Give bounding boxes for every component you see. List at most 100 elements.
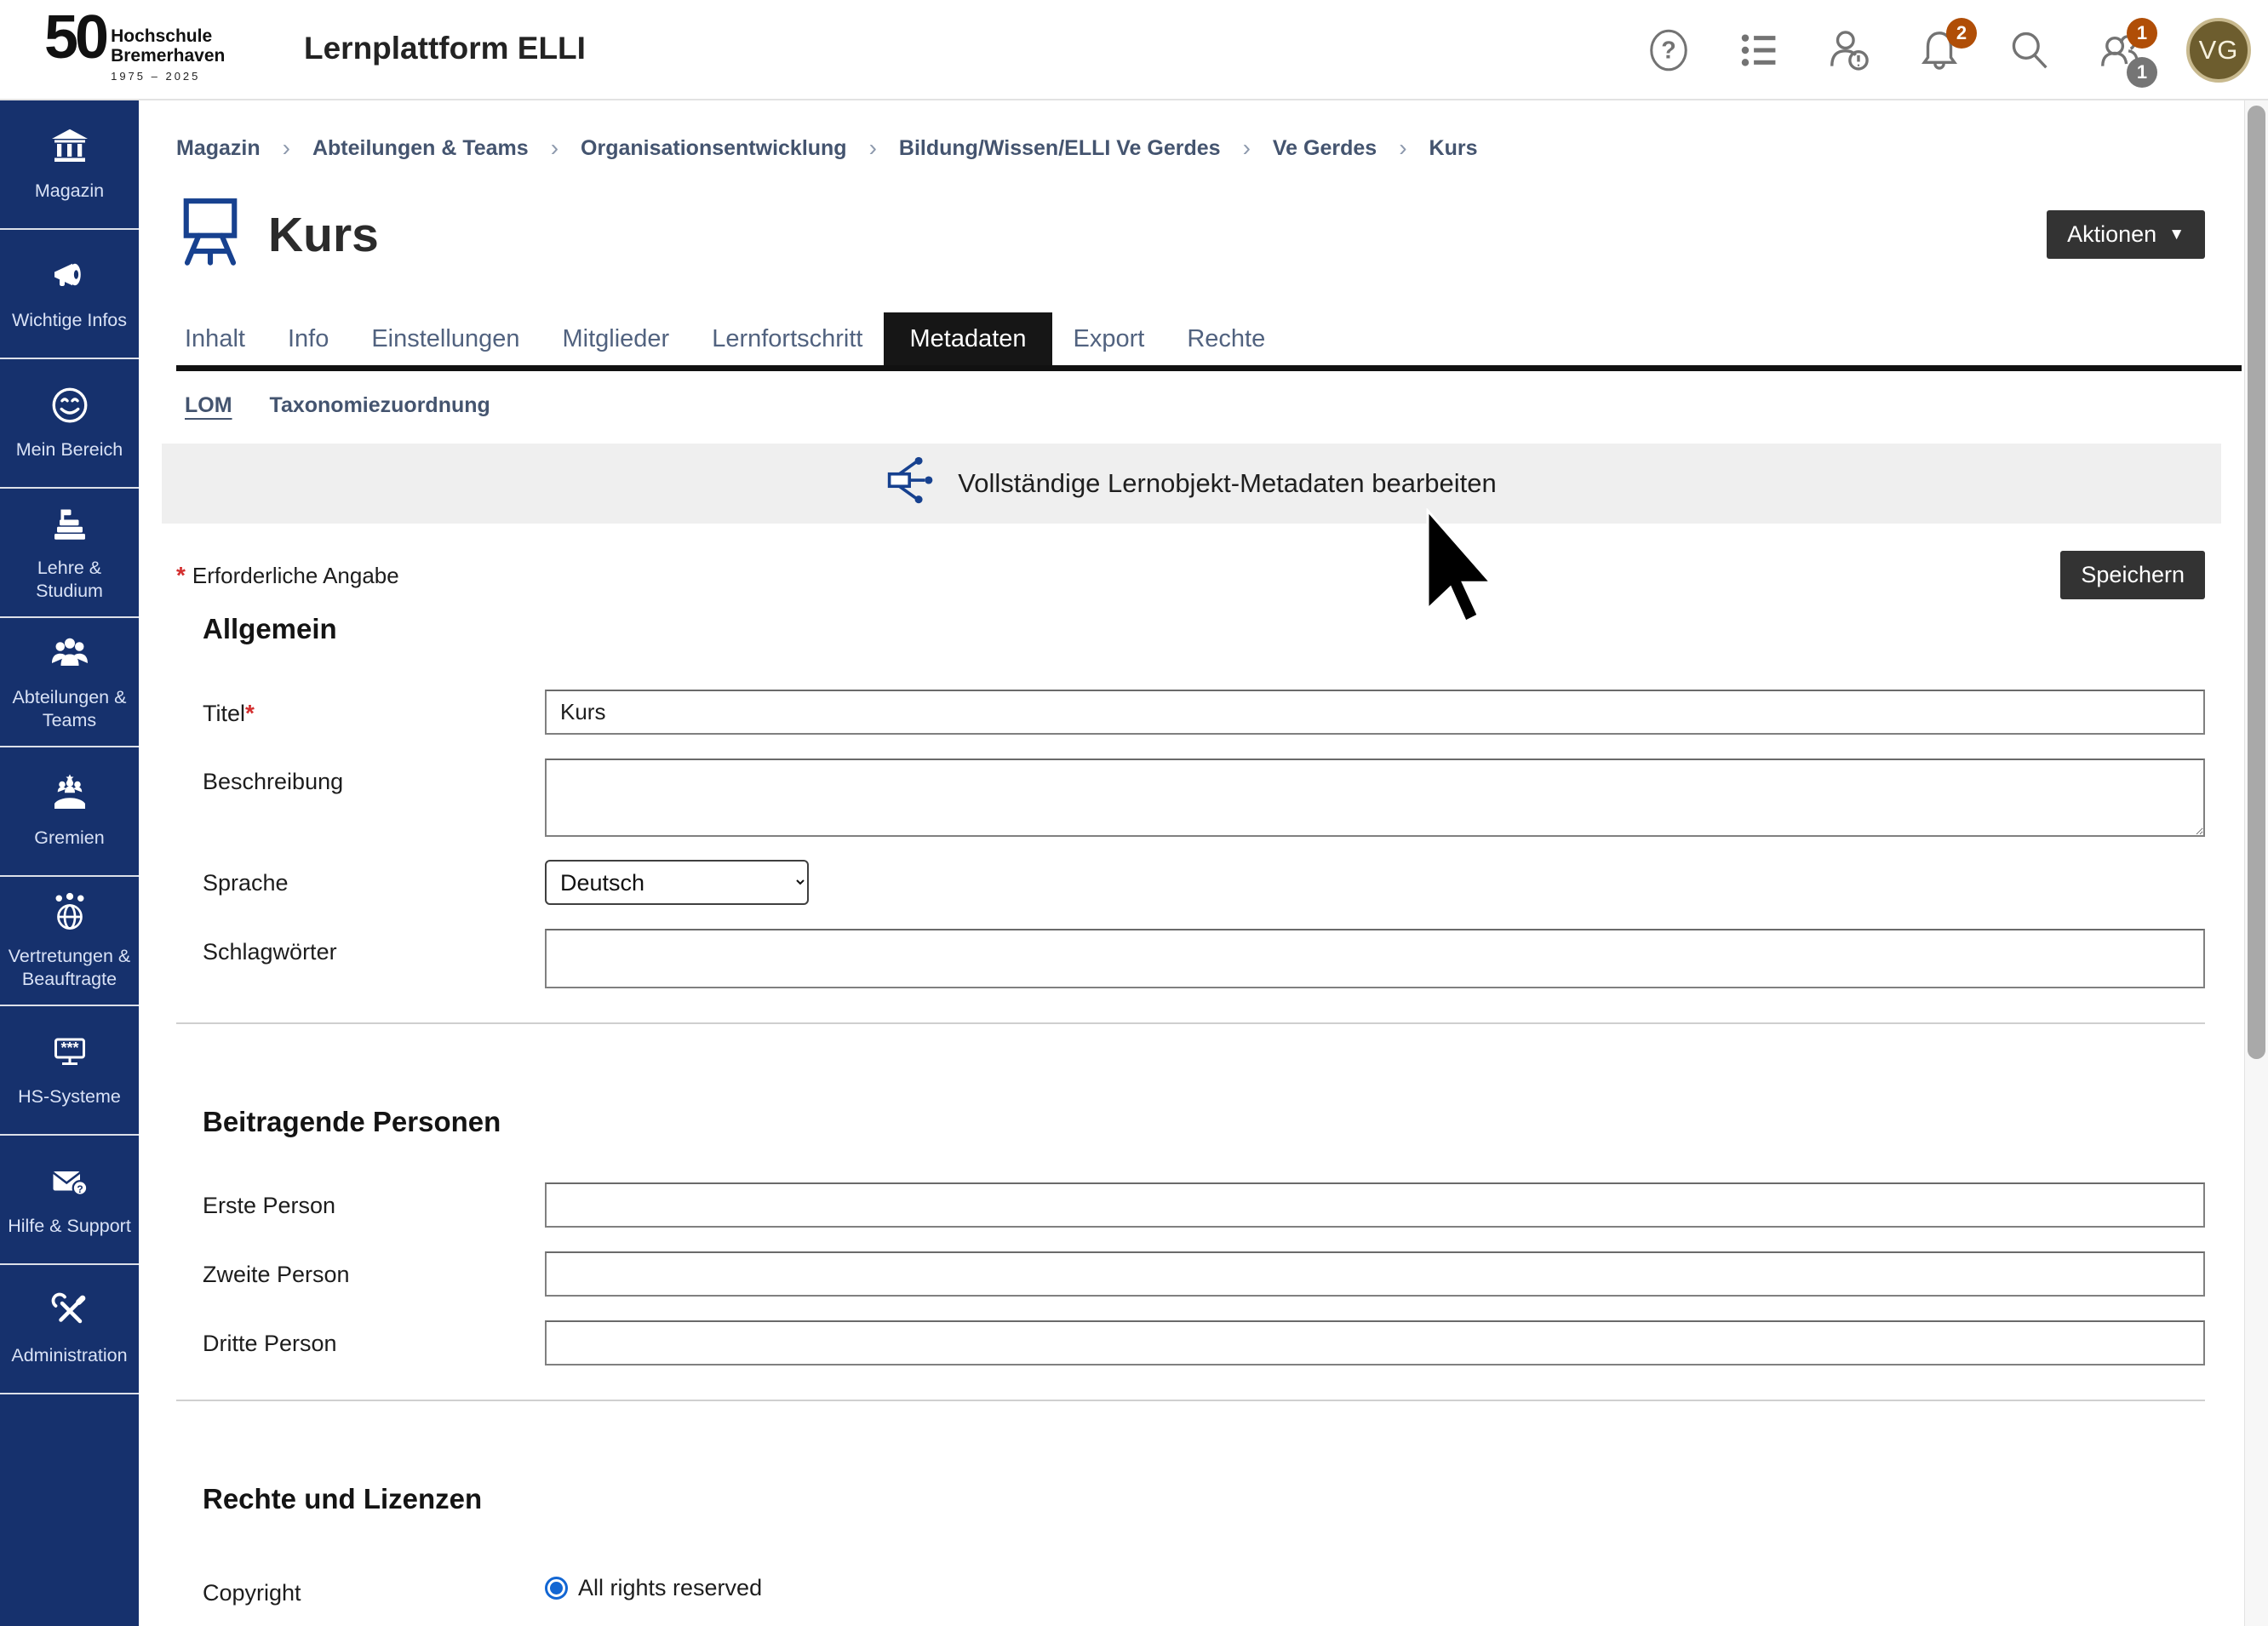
tab-einstellungen[interactable]: Einstellungen (350, 312, 541, 365)
form-row-sprache: Sprache Deutsch (203, 860, 2205, 905)
contacts-badge-top: 1 (2127, 18, 2157, 49)
sidebar-item-lehre-studium[interactable]: Lehre & Studium (0, 489, 139, 618)
subtab-bar: LOM Taxonomiezuordnung (185, 393, 2244, 418)
breadcrumb-item[interactable]: Bildung/Wissen/ELLI Ve Gerdes (899, 136, 1221, 161)
sidebar-item-label: Hilfe & Support (8, 1215, 131, 1238)
megaphone-icon (49, 255, 90, 301)
section-heading-beitragende: Beitragende Personen (203, 1106, 2244, 1138)
tab-info[interactable]: Info (266, 312, 350, 365)
erste-person-label: Erste Person (203, 1182, 545, 1219)
section-heading-rechte: Rechte und Lizenzen (203, 1483, 2244, 1515)
erste-person-input[interactable] (545, 1182, 2205, 1228)
chevron-right-icon: › (1243, 135, 1251, 162)
sidebar-item-administration[interactable]: Administration (0, 1265, 139, 1394)
bell-icon[interactable]: 2 (1916, 26, 1963, 74)
globe-people-icon (49, 891, 90, 936)
subtab-lom[interactable]: LOM (185, 393, 232, 418)
sidebar-item-label: Gremien (34, 827, 104, 850)
crossed-tools-icon (49, 1291, 90, 1336)
search-icon[interactable] (2006, 26, 2053, 74)
tab-metadaten[interactable]: Metadaten (884, 312, 1051, 365)
breadcrumb-item[interactable]: Ve Gerdes (1273, 136, 1377, 161)
beschreibung-textarea[interactable] (545, 759, 2205, 837)
form-row-schlagwoerter: Schlagwörter (203, 929, 2205, 988)
dritte-person-label: Dritte Person (203, 1320, 545, 1357)
sidebar-item-mein-bereich[interactable]: Mein Bereich (0, 359, 139, 489)
metadata-tree-icon (886, 455, 936, 512)
sidebar-item-label: Lehre & Studium (4, 557, 135, 603)
tab-bar: Inhalt Info Einstellungen Mitglieder Ler… (176, 312, 2242, 371)
form-row-zweite-person: Zweite Person (203, 1251, 2205, 1297)
tab-mitglieder[interactable]: Mitglieder (541, 312, 690, 365)
avatar[interactable]: VG (2186, 18, 2251, 83)
tab-rechte[interactable]: Rechte (1166, 312, 1286, 365)
sidebar-item-gremien[interactable]: Gremien (0, 747, 139, 877)
dritte-person-input[interactable] (545, 1320, 2205, 1365)
svg-text:?: ? (77, 1183, 83, 1195)
sidebar-item-wichtige-infos[interactable]: Wichtige Infos (0, 230, 139, 359)
main-content: Magazin › Abteilungen & Teams › Organisa… (139, 100, 2244, 1626)
sprache-label: Sprache (203, 860, 545, 896)
subtab-taxonomiezuordnung[interactable]: Taxonomiezuordnung (270, 393, 490, 418)
top-header: 50 Hochschule Bremerhaven 1975 – 2025 Le… (0, 0, 2268, 100)
monitor-password-icon: *** (49, 1032, 90, 1077)
sidebar-item-label: Magazin (35, 180, 104, 203)
people-group-icon (49, 633, 90, 678)
zweite-person-input[interactable] (545, 1251, 2205, 1297)
copyright-option-label: All rights reserved (578, 1575, 762, 1601)
sidebar: Magazin Wichtige Infos Mein Bereich Lehr… (0, 100, 139, 1626)
save-button[interactable]: Speichern (2060, 551, 2205, 599)
radio-selected[interactable] (545, 1577, 568, 1600)
vertical-scrollbar[interactable] (2244, 100, 2268, 1626)
section-divider (176, 1022, 2205, 1024)
chevron-right-icon: › (869, 135, 877, 162)
sidebar-item-vertretungen[interactable]: Vertretungen & Beauftragte (0, 877, 139, 1006)
svg-text:***: *** (60, 1039, 78, 1056)
sidebar-item-hs-systeme[interactable]: *** HS-Systeme (0, 1006, 139, 1136)
page-title: Kurs (268, 207, 379, 263)
smiley-icon (49, 385, 90, 430)
tab-export[interactable]: Export (1052, 312, 1166, 365)
breadcrumb-item[interactable]: Abteilungen & Teams (312, 136, 529, 161)
form-row-copyright: Copyright All rights reserved (203, 1570, 2205, 1606)
schlagwoerter-label: Schlagwörter (203, 929, 545, 965)
bank-icon (49, 126, 90, 171)
course-board-icon (176, 196, 244, 273)
beschreibung-label: Beschreibung (203, 759, 545, 795)
books-icon (49, 503, 90, 548)
tab-lernfortschritt[interactable]: Lernfortschritt (690, 312, 884, 365)
titel-input[interactable] (545, 690, 2205, 735)
sidebar-item-label: Vertretungen & Beauftragte (4, 945, 135, 991)
sidebar-item-hilfe-support[interactable]: ? Hilfe & Support (0, 1136, 139, 1265)
tab-inhalt[interactable]: Inhalt (176, 312, 266, 365)
form-row-erste-person: Erste Person (203, 1182, 2205, 1228)
edit-full-metadata-banner[interactable]: Vollständige Lernobjekt-Metadaten bearbe… (162, 444, 2221, 524)
titel-label: Titel* (203, 690, 545, 727)
breadcrumb: Magazin › Abteilungen & Teams › Organisa… (139, 100, 2244, 162)
list-icon[interactable] (1735, 26, 1783, 74)
logo-line1: Hochschule (111, 27, 225, 47)
required-note: *Erforderliche Angabe (176, 562, 399, 589)
breadcrumb-item[interactable]: Kurs (1429, 136, 1478, 161)
help-icon[interactable]: ? (1645, 26, 1692, 74)
user-status-icon[interactable] (1825, 26, 1873, 74)
chevron-right-icon: › (283, 135, 290, 162)
breadcrumb-item[interactable]: Magazin (176, 136, 261, 161)
envelope-question-icon: ? (49, 1161, 90, 1206)
sidebar-item-magazin[interactable]: Magazin (0, 100, 139, 230)
contacts-icon[interactable]: 1 1 (2096, 26, 2144, 74)
scrollbar-thumb[interactable] (2248, 106, 2265, 1059)
sprache-select[interactable]: Deutsch (545, 860, 809, 905)
sidebar-item-abteilungen-teams[interactable]: Abteilungen & Teams (0, 618, 139, 747)
form-row-beschreibung: Beschreibung (203, 759, 2205, 841)
breadcrumb-item[interactable]: Organisationsentwicklung (581, 136, 847, 161)
app-title: Lernplattform ELLI (304, 31, 586, 66)
notifications-badge: 2 (1946, 18, 1977, 49)
form-header: *Erforderliche Angabe Speichern (176, 551, 2205, 599)
contacts-badge-bottom: 1 (2127, 57, 2157, 88)
banner-label: Vollständige Lernobjekt-Metadaten bearbe… (958, 468, 1497, 499)
form-row-titel: Titel* (203, 690, 2205, 735)
header-toolbar: ? (1645, 0, 2251, 100)
schlagwoerter-input[interactable] (545, 929, 2205, 988)
actions-button[interactable]: Aktionen ▼ (2047, 210, 2205, 259)
